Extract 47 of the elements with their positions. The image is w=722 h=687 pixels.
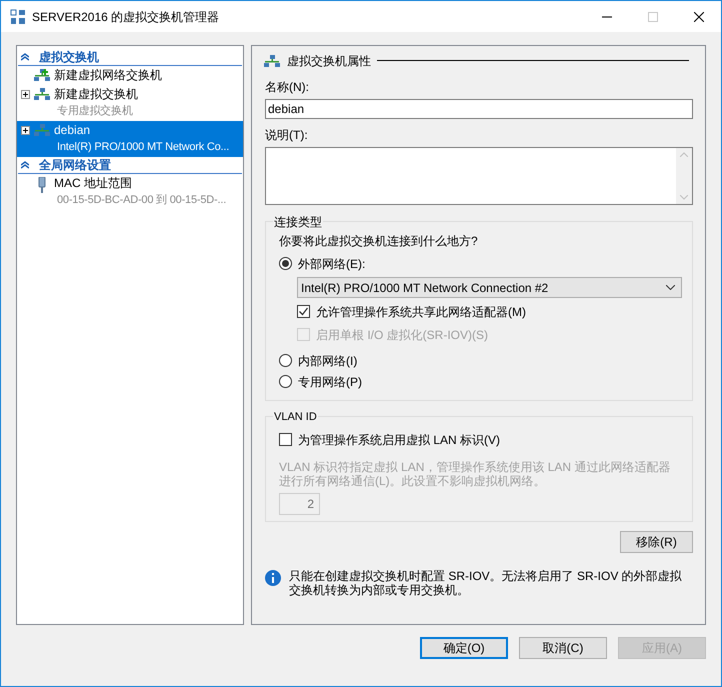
checkbox-label[interactable]: 允许管理操作系统共享此网络适配器(M) [316, 302, 526, 320]
question-text: 你要将此虚拟交换机连接到什么地方? [279, 233, 479, 250]
network-cable-icon [38, 177, 46, 193]
item-subtitle: 专用虚拟交换机 [57, 104, 134, 119]
item-title: 新建虚拟网络交换机 [54, 67, 162, 84]
network-icon [264, 54, 280, 66]
collapse-icon[interactable] [21, 53, 29, 61]
section-header[interactable]: 全局网络设置 [39, 156, 111, 174]
section-header[interactable]: 虚拟交换机 [39, 48, 99, 66]
info-icon [265, 570, 281, 586]
vlan-description: VLAN 标识符指定虚拟 LAN，管理操作系统使用该 LAN 通过此网络适配器进行所有网络通信(L)。此设置不影响虚拟机网络。 [279, 460, 672, 488]
field-label: 名称(N): [265, 79, 310, 96]
app-icon [10, 8, 26, 24]
radio-label[interactable]: 专用网络(P) [298, 372, 362, 390]
close-icon[interactable] [694, 12, 704, 22]
dialog-button[interactable]: 确定(O) [420, 637, 508, 659]
window-title: SERVER2016 的虚拟交换机管理器 [32, 8, 220, 26]
field-label: 说明(T): [265, 127, 309, 144]
info-text: 只能在创建虚拟交换机时配置 SR-IOV。无法将启用了 SR-IOV 的外部虚拟交换机转换为内部或专用交换机。 [289, 569, 683, 597]
network-icon [34, 88, 50, 100]
item-title: MAC 地址范围 [54, 175, 133, 192]
item-subtitle: 00-15-5D-BC-AD-00 到 00-15-5D-... [57, 193, 226, 208]
remove-button[interactable]: 移除(R) [620, 531, 693, 553]
adapter-dropdown[interactable]: Intel(R) PRO/1000 MT Network Connection #2 [297, 277, 682, 298]
section-heading: 虚拟交换机属性 [287, 52, 371, 70]
network-icon [34, 124, 50, 136]
item-title: debian [54, 122, 92, 139]
tree-item[interactable]: MAC 地址范围 00-15-5D-BC-AD-00 到 00-15-5D-... [17, 174, 243, 210]
item-title: 新建虚拟交换机 [54, 86, 138, 103]
radio-label[interactable]: 外部网络(E): [298, 254, 366, 272]
tree-item[interactable]: debian Intel(R) PRO/1000 MT Network Co... [17, 121, 243, 157]
maximize-icon [648, 12, 658, 22]
tree-item[interactable]: 新建虚拟交换机 专用虚拟交换机 [17, 85, 243, 121]
item-subtitle: Intel(R) PRO/1000 MT Network Co... [57, 140, 230, 155]
checkbox[interactable] [297, 305, 310, 318]
expand-icon[interactable] [20, 126, 30, 135]
radio-label[interactable]: 内部网络(I) [298, 352, 358, 370]
group-title: 连接类型 [273, 213, 323, 231]
collapse-icon[interactable] [21, 161, 29, 169]
name-field[interactable]: debian [265, 99, 693, 119]
radio-button[interactable] [279, 354, 292, 367]
dialog-button[interactable]: 取消(C) [519, 637, 607, 659]
radio-button[interactable] [279, 257, 292, 270]
radio-button[interactable] [279, 375, 292, 388]
expand-icon[interactable] [20, 90, 30, 99]
add-network-icon [34, 69, 50, 82]
tree-item[interactable]: 新建虚拟网络交换机 [17, 66, 243, 85]
